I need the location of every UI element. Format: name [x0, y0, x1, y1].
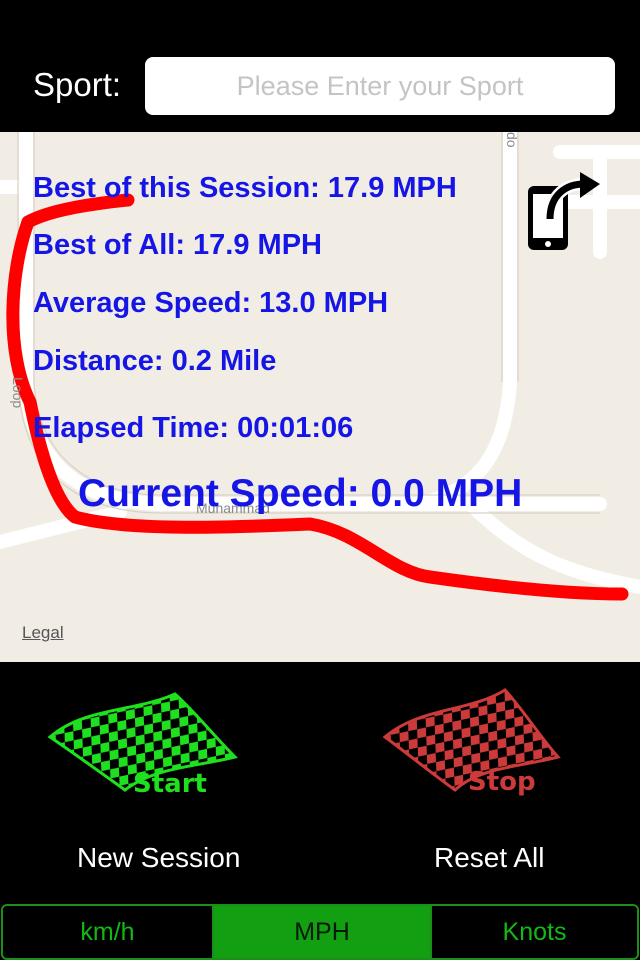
unit-mph-tab[interactable]: MPH [214, 906, 430, 958]
distance-stat: Distance: 0.2 Mile [33, 345, 277, 377]
elapsed-time-stat: Elapsed Time: 00:01:06 [33, 412, 354, 444]
share-button[interactable] [522, 164, 602, 254]
checkered-flag-start-icon: Start [47, 692, 238, 799]
sport-input[interactable] [145, 57, 615, 115]
map-view[interactable]: Muhammad Loop do Best of this Session: 1… [0, 132, 640, 662]
start-flag-label: Start [133, 769, 207, 799]
new-session-button[interactable]: New Session [77, 842, 240, 874]
share-phone-icon [528, 172, 600, 250]
unit-kmh-tab[interactable]: km/h [3, 906, 214, 958]
stop-flag-label: Stop [468, 767, 536, 797]
start-button[interactable]: Start [45, 682, 265, 802]
top-bar: Sport: [0, 0, 640, 132]
best-all-stat: Best of All: 17.9 MPH [33, 229, 322, 261]
current-speed: Current Speed: 0.0 MPH [78, 472, 523, 515]
legal-link[interactable]: Legal [22, 623, 64, 643]
average-speed-stat: Average Speed: 13.0 MPH [33, 287, 389, 319]
checkered-flag-stop-icon: Stop [382, 688, 561, 797]
unit-knots-tab[interactable]: Knots [430, 906, 637, 958]
stop-button[interactable]: Stop [380, 682, 580, 802]
best-session-stat: Best of this Session: 17.9 MPH [33, 172, 457, 204]
unit-selector: km/h MPH Knots [1, 904, 639, 960]
street-label: do [504, 132, 520, 148]
sport-label: Sport: [33, 66, 122, 103]
reset-all-button[interactable]: Reset All [434, 842, 545, 874]
street-label: Loop [10, 377, 26, 409]
